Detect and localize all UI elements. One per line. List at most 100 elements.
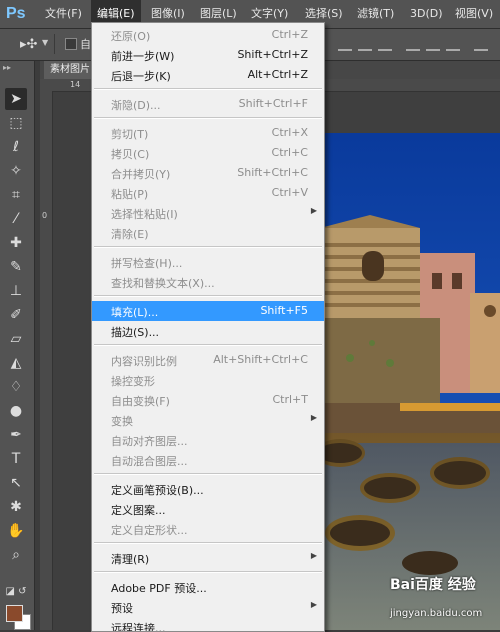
- menu-item-label: 后退一步(K): [111, 70, 171, 83]
- menu-filter[interactable]: 滤镜(T): [357, 0, 394, 28]
- foreground-color-swatch[interactable]: [6, 605, 23, 622]
- align-bottom-icon[interactable]: [378, 37, 392, 51]
- menu-item-label: 清理(R): [111, 553, 150, 566]
- move-tool-icon[interactable]: ➤: [5, 88, 27, 110]
- options-divider: [54, 34, 55, 54]
- menu-item-label: 拷贝(C): [111, 148, 150, 161]
- menu-item-label: 远程连接...: [111, 622, 166, 632]
- menu-item-auto-align-layers[interactable]: 自动对齐图层...: [92, 430, 324, 450]
- menu-file[interactable]: 文件(F): [45, 0, 82, 28]
- menu-item-shortcut: Shift+Ctrl+Z: [237, 48, 308, 61]
- distribute-icon[interactable]: [474, 37, 488, 51]
- menu-item-label: 操控变形: [111, 375, 155, 388]
- submenu-arrow-icon: ▶: [310, 206, 317, 215]
- menu-item-label: 描边(S)...: [111, 326, 160, 339]
- menu-item-stroke[interactable]: 描边(S)...: [92, 321, 324, 341]
- align-hcenter-icon[interactable]: [426, 37, 440, 51]
- menu-item-define-brush[interactable]: 定义画笔预设(B)...: [92, 479, 324, 499]
- document-image[interactable]: [320, 133, 500, 630]
- menu-separator: [94, 88, 322, 90]
- menu-item-undo[interactable]: 还原(O) Ctrl+Z: [92, 25, 324, 45]
- menu-item-paste[interactable]: 粘贴(P) Ctrl+V: [92, 183, 324, 203]
- menu-item-label: 选择性粘贴(I): [111, 208, 178, 221]
- paint-bucket-icon[interactable]: ◭: [5, 352, 27, 374]
- brush-tool-icon[interactable]: ✎: [5, 256, 27, 278]
- menu-item-shortcut: Ctrl+T: [272, 393, 308, 406]
- menu-item-label: 预设: [111, 602, 133, 615]
- menu-item-label: 查找和替换文本(X)...: [111, 277, 215, 290]
- edit-menu-dropdown: 还原(O) Ctrl+Z 前进一步(W) Shift+Ctrl+Z 后退一步(K…: [91, 22, 325, 632]
- menu-item-label: 自动混合图层...: [111, 455, 188, 468]
- menu-item-pdf-presets[interactable]: Adobe PDF 预设...: [92, 577, 324, 597]
- menu-item-fade[interactable]: 渐隐(D)... Shift+Ctrl+F: [92, 94, 324, 114]
- type-tool-icon[interactable]: T: [5, 448, 27, 470]
- menu-separator: [94, 571, 322, 573]
- menu-item-shortcut: Ctrl+V: [271, 186, 308, 199]
- menu-item-purge[interactable]: 清理(R) ▶: [92, 548, 324, 568]
- menu-item-label: 自由变换(F): [111, 395, 170, 408]
- healing-brush-icon[interactable]: ✚: [5, 232, 27, 254]
- align-left-icon[interactable]: [406, 37, 420, 51]
- menu-item-label: 还原(O): [111, 30, 151, 43]
- menu-item-content-aware-scale[interactable]: 内容识别比例 Alt+Shift+Ctrl+C: [92, 350, 324, 370]
- menu-item-copy[interactable]: 拷贝(C) Ctrl+C: [92, 143, 324, 163]
- lasso-tool-icon[interactable]: ℓ: [5, 136, 27, 158]
- menu-item-shortcut: Shift+Ctrl+F: [238, 97, 308, 110]
- menu-item-free-transform[interactable]: 自由变换(F) Ctrl+T: [92, 390, 324, 410]
- custom-shape-icon[interactable]: ✱: [5, 496, 27, 518]
- menu-item-label: 变换: [111, 415, 133, 428]
- dodge-tool-icon[interactable]: ●: [5, 400, 27, 422]
- menu-3d[interactable]: 3D(D): [410, 0, 443, 28]
- move-tool-icon[interactable]: ▸✣: [20, 37, 37, 52]
- menu-item-shortcut: Shift+F5: [260, 304, 308, 317]
- clone-stamp-icon[interactable]: ⊥: [5, 280, 27, 302]
- document-tab[interactable]: 素材图片: [44, 61, 96, 79]
- menu-item-copy-merged[interactable]: 合并拷贝(Y) Shift+Ctrl+C: [92, 163, 324, 183]
- menu-item-step-backward[interactable]: 后退一步(K) Alt+Ctrl+Z: [92, 65, 324, 85]
- menu-item-step-forward[interactable]: 前进一步(W) Shift+Ctrl+Z: [92, 45, 324, 65]
- menu-item-clear[interactable]: 清除(E): [92, 223, 324, 243]
- toolbox-collapse-icon[interactable]: ▸▸: [3, 63, 11, 72]
- align-top-icon[interactable]: [338, 37, 352, 51]
- path-selection-icon[interactable]: ↖: [5, 472, 27, 494]
- menu-item-shortcut: Shift+Ctrl+C: [237, 166, 308, 179]
- menu-item-find-replace[interactable]: 查找和替换文本(X)...: [92, 272, 324, 292]
- menu-item-check-spelling[interactable]: 拼写检查(H)...: [92, 252, 324, 272]
- menu-item-paste-special[interactable]: 选择性粘贴(I) ▶: [92, 203, 324, 223]
- menu-item-presets[interactable]: 预设 ▶: [92, 597, 324, 617]
- ruler-mark: 14: [70, 80, 81, 89]
- menu-item-label: 拼写检查(H)...: [111, 257, 183, 270]
- menu-item-cut[interactable]: 剪切(T) Ctrl+X: [92, 123, 324, 143]
- eyedropper-icon[interactable]: ⁄: [5, 208, 27, 230]
- blur-tool-icon[interactable]: ♢: [5, 376, 27, 398]
- menu-item-define-shape[interactable]: 定义自定形状...: [92, 519, 324, 539]
- pen-tool-icon[interactable]: ✒: [5, 424, 27, 446]
- zoom-tool-icon[interactable]: ⌕: [5, 544, 27, 566]
- menu-view[interactable]: 视图(V): [455, 0, 493, 28]
- menu-item-puppet-warp[interactable]: 操控变形: [92, 370, 324, 390]
- menu-item-label: 内容识别比例: [111, 355, 177, 368]
- crop-tool-icon[interactable]: ⌗: [5, 184, 27, 206]
- menu-item-fill[interactable]: 填充(L)... Shift+F5: [92, 301, 324, 321]
- menu-item-label: 清除(E): [111, 228, 149, 241]
- marquee-tool-icon[interactable]: ⬚: [5, 112, 27, 134]
- menu-separator: [94, 117, 322, 119]
- menu-item-shortcut: Ctrl+X: [271, 126, 308, 139]
- menu-separator: [94, 542, 322, 544]
- default-colors-icon[interactable]: ◪ ↺: [5, 581, 27, 603]
- menu-item-label: 定义自定形状...: [111, 524, 188, 537]
- menu-item-define-pattern[interactable]: 定义图案...: [92, 499, 324, 519]
- hand-tool-icon[interactable]: ✋: [5, 520, 27, 542]
- menu-separator: [94, 246, 322, 248]
- tool-preset-caret-icon[interactable]: ▼: [42, 38, 48, 47]
- auto-select-checkbox[interactable]: [65, 38, 77, 50]
- magic-wand-icon[interactable]: ✧: [5, 160, 27, 182]
- menu-item-label: 填充(L)...: [111, 306, 159, 319]
- menu-item-shortcut: Ctrl+Z: [271, 28, 308, 41]
- eraser-tool-icon[interactable]: ▱: [5, 328, 27, 350]
- align-vcenter-icon[interactable]: [358, 37, 372, 51]
- history-brush-icon[interactable]: ✐: [5, 304, 27, 326]
- menu-item-auto-blend-layers[interactable]: 自动混合图层...: [92, 450, 324, 470]
- align-right-icon[interactable]: [446, 37, 460, 51]
- menu-item-transform[interactable]: 变换 ▶: [92, 410, 324, 430]
